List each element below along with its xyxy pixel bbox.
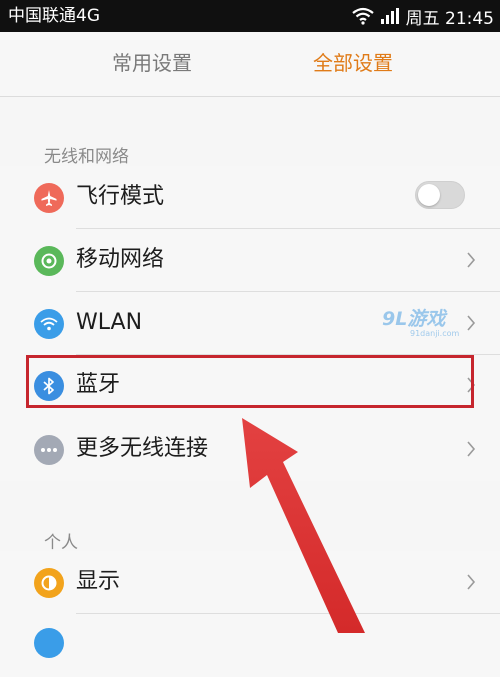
annotation-arrow-icon	[242, 418, 365, 633]
